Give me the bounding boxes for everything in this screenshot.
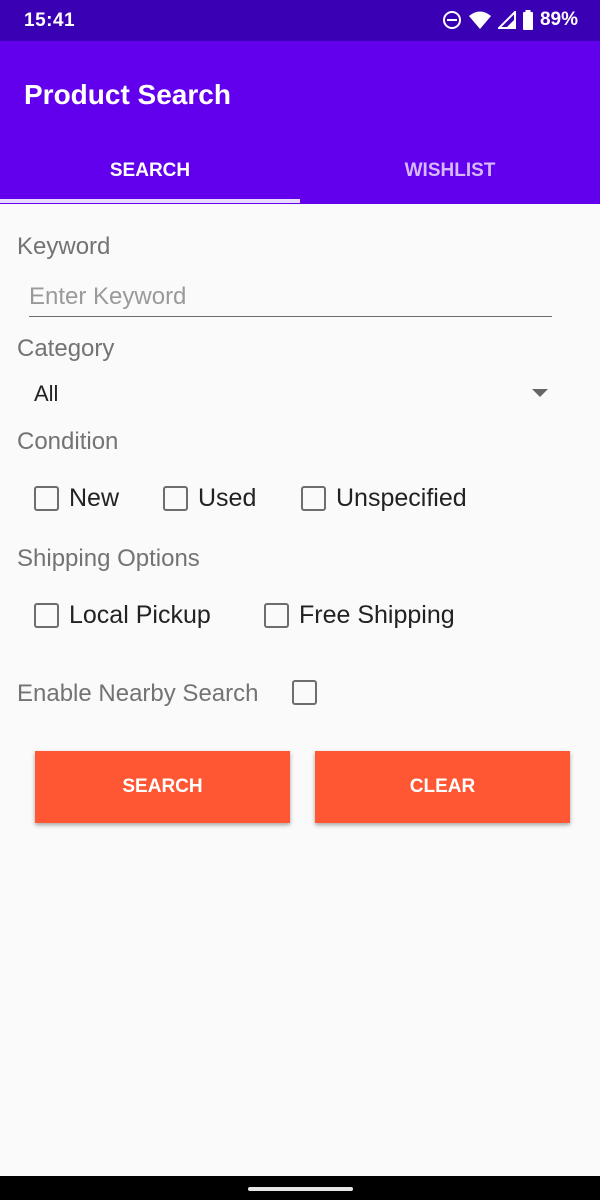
navigation-bar: [0, 1176, 600, 1200]
condition-new-checkbox[interactable]: New: [34, 484, 119, 513]
checkbox-icon: [34, 486, 59, 511]
shipping-free-shipping-checkbox[interactable]: Free Shipping: [264, 601, 455, 630]
keyword-label: Keyword: [17, 233, 111, 260]
checkbox-label: Used: [198, 484, 257, 512]
search-button[interactable]: SEARCH: [35, 751, 290, 823]
dropdown-arrow-icon: [532, 389, 548, 397]
category-label: Category: [17, 335, 115, 362]
checkbox-icon: [264, 603, 289, 628]
category-dropdown[interactable]: All: [34, 375, 554, 415]
checkbox-label: New: [69, 484, 120, 512]
shipping-options-label: Shipping Options: [17, 545, 200, 572]
tab-search[interactable]: SEARCH: [0, 153, 300, 204]
home-gesture-handle[interactable]: [248, 1187, 353, 1191]
tab-wishlist[interactable]: WISHLIST: [300, 153, 600, 204]
checkbox-icon: [163, 486, 188, 511]
condition-label: Condition: [17, 428, 119, 455]
page-title: Product Search: [24, 79, 231, 110]
status-time: 15:41: [24, 10, 76, 31]
cellular-signal-icon: [497, 11, 516, 29]
checkbox-label: Local Pickup: [69, 601, 211, 629]
nearby-search-label: Enable Nearby Search: [17, 680, 259, 707]
battery-percent: 89%: [539, 9, 578, 30]
keyword-input[interactable]: [29, 278, 552, 317]
do-not-disturb-icon: [442, 11, 461, 29]
wifi-icon: [468, 11, 491, 29]
category-selected-value: All: [34, 381, 59, 406]
checkbox-icon: [292, 680, 317, 705]
battery-icon: [522, 10, 533, 30]
condition-unspecified-checkbox[interactable]: Unspecified: [301, 484, 467, 513]
shipping-local-pickup-checkbox[interactable]: Local Pickup: [34, 601, 211, 630]
clear-button[interactable]: CLEAR: [315, 751, 570, 823]
checkbox-label: Free Shipping: [299, 601, 455, 629]
condition-used-checkbox[interactable]: Used: [163, 484, 256, 513]
app-bar: Product Search SEARCH WISHLIST: [0, 41, 600, 204]
nearby-search-checkbox[interactable]: [292, 680, 317, 705]
checkbox-icon: [301, 486, 326, 511]
tab-indicator: [0, 199, 300, 203]
status-icons: 89%: [442, 9, 578, 31]
checkbox-icon: [34, 603, 59, 628]
status-bar: 15:41 89%: [0, 0, 600, 41]
checkbox-label: Unspecified: [336, 484, 467, 512]
